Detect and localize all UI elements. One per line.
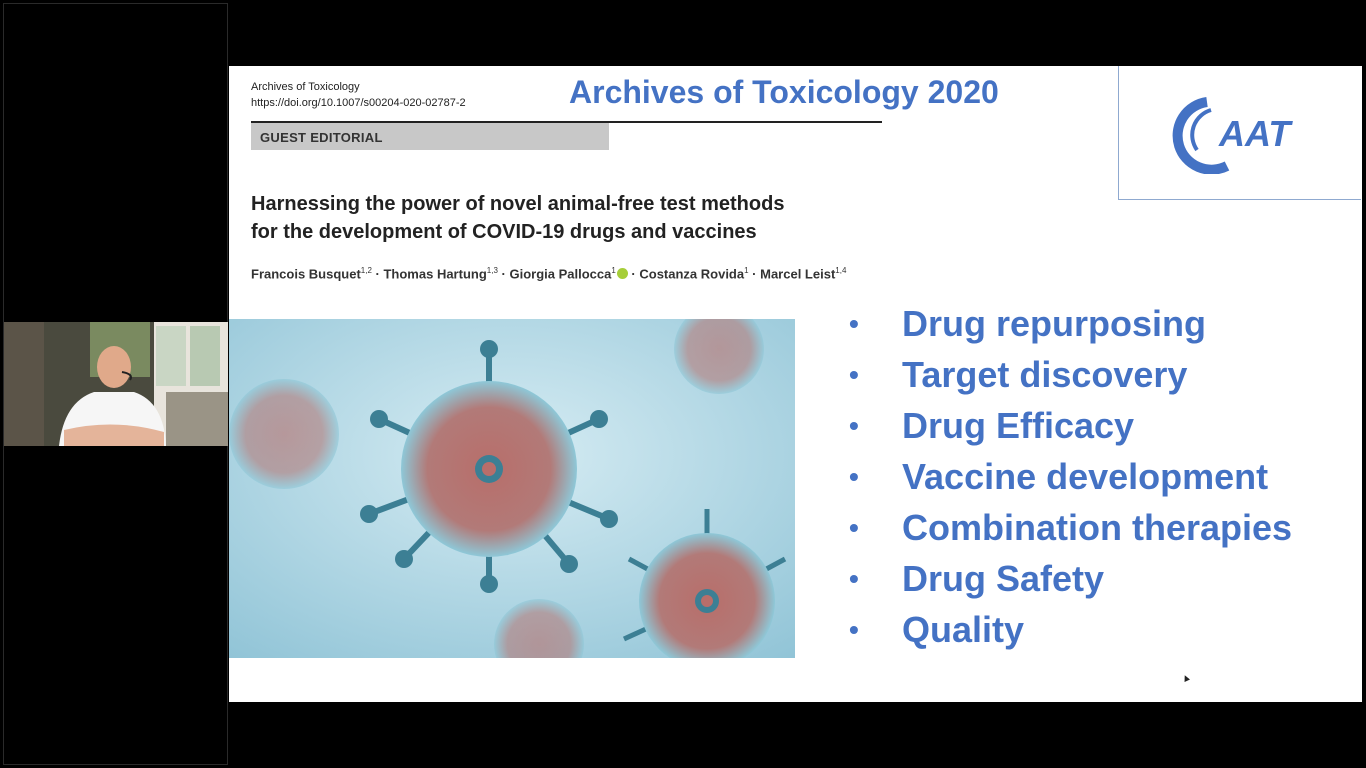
coronavirus-illustration bbox=[229, 319, 795, 658]
orcid-icon bbox=[616, 268, 628, 280]
caat-logo-text: AAT bbox=[1218, 113, 1293, 154]
paper-title-line: Harnessing the power of novel animal-fre… bbox=[251, 193, 785, 215]
bullet-icon: • bbox=[849, 614, 859, 645]
bullet-text: Quality bbox=[902, 609, 1025, 650]
author-name: Marcel Leist bbox=[760, 266, 836, 282]
bullet-item: • Vaccine development bbox=[849, 451, 1292, 502]
bullet-icon: • bbox=[849, 359, 859, 390]
section-label: GUEST EDITORIAL bbox=[251, 123, 609, 150]
bullet-text: Drug Efficacy bbox=[902, 405, 1135, 446]
paper-title-line: for the development of COVID-19 drugs an… bbox=[251, 221, 757, 243]
caat-logo-icon: AAT bbox=[1172, 97, 1293, 174]
bullet-text: Drug Safety bbox=[902, 558, 1105, 599]
author-affiliation: 1,3 bbox=[486, 266, 498, 275]
author-name: Thomas Hartung bbox=[383, 266, 487, 282]
participant-video-feed bbox=[4, 322, 228, 446]
bullet-list: • Drug repurposing • Target discovery • Dru… bbox=[849, 298, 1292, 655]
author-list: Francois Busquet1,2 · Thomas Hartung1,3 … bbox=[251, 266, 846, 281]
author-separator: · bbox=[748, 266, 761, 282]
bullet-icon: • bbox=[849, 308, 859, 339]
bullet-text: Combination therapies bbox=[902, 507, 1293, 548]
bullet-text: Target discovery bbox=[902, 354, 1188, 395]
bullet-item: • Quality bbox=[849, 604, 1292, 655]
author-name: Costanza Rovida bbox=[639, 266, 745, 282]
bullet-text: Vaccine development bbox=[902, 456, 1269, 497]
author-separator: · bbox=[371, 266, 384, 282]
bullet-icon: • bbox=[849, 512, 859, 543]
caat-logo: AAT bbox=[1118, 66, 1361, 200]
author-separator: · bbox=[497, 266, 510, 282]
author-affiliation: 1,2 bbox=[360, 266, 372, 275]
presentation-slide: Archives of Toxicology https://doi.org/1… bbox=[229, 66, 1362, 702]
bullet-item: • Drug repurposing bbox=[849, 298, 1292, 349]
participant-video[interactable] bbox=[4, 322, 228, 446]
author-separator: · bbox=[627, 266, 640, 282]
bullet-item: • Target discovery bbox=[849, 349, 1292, 400]
coronavirus-image bbox=[229, 319, 795, 658]
bullet-icon: • bbox=[849, 461, 859, 492]
paper-title: Harnessing the power of novel animal-fre… bbox=[251, 190, 811, 246]
author-name: Giorgia Pallocca bbox=[509, 266, 612, 282]
author-affiliation: 1,4 bbox=[835, 266, 847, 275]
journal-name: Archives of Toxicology bbox=[251, 81, 360, 93]
bullet-item: • Drug Safety bbox=[849, 553, 1292, 604]
journal-doi: https://doi.org/10.1007/s00204-020-02787… bbox=[251, 97, 466, 109]
author-affiliation: 1 bbox=[611, 266, 616, 275]
bullet-text: Drug repurposing bbox=[902, 303, 1206, 344]
author-name: Francois Busquet bbox=[251, 266, 361, 282]
bullet-icon: • bbox=[849, 563, 859, 594]
bullet-item: • Drug Efficacy bbox=[849, 400, 1292, 451]
bullet-item: • Combination therapies bbox=[849, 502, 1292, 553]
slide-title: Archives of Toxicology 2020 bbox=[569, 74, 999, 110]
bullet-icon: • bbox=[849, 410, 859, 441]
